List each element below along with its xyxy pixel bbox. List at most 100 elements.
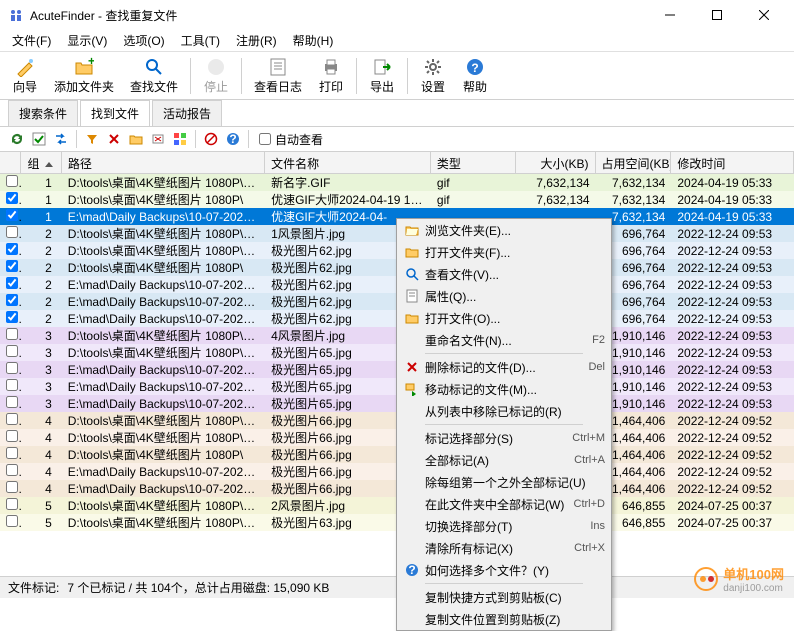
row-checkbox[interactable] [6,379,18,391]
context-item[interactable]: 复制文件位置到剪贴板(Z) [397,608,611,630]
tool-help[interactable]: ? 帮助 [454,54,496,98]
tool-search[interactable]: 查找文件 [122,54,186,98]
row-checkbox[interactable] [6,209,18,221]
col-group[interactable]: 组 [21,152,61,173]
col-name[interactable]: 文件名称 [265,152,431,173]
row-checkbox[interactable] [6,175,18,187]
context-item[interactable]: 复制快捷方式到剪贴板(C) [397,586,611,608]
color-icon[interactable] [171,130,189,148]
maximize-button[interactable] [694,1,739,29]
context-item[interactable]: 重命名文件(N)... F2 [397,329,611,351]
cell-group: 4 [21,481,61,497]
context-item[interactable]: 从列表中移除已标记的(R) [397,400,611,422]
minimize-button[interactable] [647,1,692,29]
col-type[interactable]: 类型 [431,152,516,173]
context-item[interactable]: 打开文件夹(F)... [397,241,611,263]
context-item[interactable]: 清除所有标记(X) Ctrl+X [397,537,611,559]
tool-label: 停止 [204,78,228,95]
row-checkbox[interactable] [6,226,18,238]
context-shortcut: F2 [592,334,605,346]
context-item[interactable]: 删除标记的文件(D)... Del [397,356,611,378]
tab[interactable]: 搜索条件 [8,100,78,126]
tool-wizard[interactable]: 向导 [4,54,46,98]
help-icon: ? [465,56,485,78]
context-item[interactable]: 全部标记(A) Ctrl+A [397,449,611,471]
row-checkbox[interactable] [6,498,18,510]
row-checkbox[interactable] [6,464,18,476]
col-path[interactable]: 路径 [62,152,265,173]
blank-icon [403,403,421,419]
row-checkbox[interactable] [6,294,18,306]
col-size[interactable]: 大小(KB) [516,152,596,173]
row-checkbox[interactable] [6,430,18,442]
remove-list-icon[interactable] [149,130,167,148]
context-item[interactable]: 切换选择部分(T) Ins [397,515,611,537]
tab[interactable]: 活动报告 [152,100,222,126]
row-checkbox[interactable] [6,192,18,204]
row-checkbox[interactable] [6,243,18,255]
menu-item[interactable]: 显示(V) [59,30,115,51]
row-checkbox[interactable] [6,311,18,323]
cell-group: 4 [21,447,61,463]
cancel-icon[interactable] [202,130,220,148]
cell-date: 2022-12-24 09:52 [671,481,794,497]
transfer-icon[interactable] [52,130,70,148]
menu-item[interactable]: 选项(O) [115,30,172,51]
autocheck-toggle[interactable]: 自动查看 [259,131,323,148]
cell-group: 3 [21,379,61,395]
menu-item[interactable]: 工具(T) [173,30,228,51]
context-item[interactable]: 打开文件(O)... [397,307,611,329]
row-checkbox[interactable] [6,362,18,374]
folder-open-icon [403,222,421,238]
row-checkbox[interactable] [6,396,18,408]
context-item[interactable]: 浏览文件夹(E)... [397,219,611,241]
context-item[interactable]: ? 如何选择多个文件？(Y) [397,559,611,581]
context-item[interactable]: 属性(Q)... [397,285,611,307]
context-item[interactable]: 移动标记的文件(M)... [397,378,611,400]
table-row[interactable]: 1 D:\tools\桌面\4K壁纸图片 1080P\out... 新名字.GI… [0,174,794,191]
row-checkbox[interactable] [6,277,18,289]
cell-group: 2 [21,226,61,242]
context-item[interactable]: 在此文件夹中全部标记(W) Ctrl+D [397,493,611,515]
tool-log[interactable]: 查看日志 [246,54,310,98]
help-small-icon[interactable]: ? [224,130,242,148]
row-checkbox[interactable] [6,413,18,425]
filter-icon[interactable] [83,130,101,148]
context-item[interactable]: 标记选择部分(S) Ctrl+M [397,427,611,449]
col-occupied[interactable]: 占用空间(KB) [596,152,672,173]
autocheck-checkbox[interactable] [259,133,271,145]
cell-date: 2024-04-19 05:33 [671,209,794,225]
context-item[interactable]: 查看文件(V)... [397,263,611,285]
cell-path: D:\tools\桌面\4K壁纸图片 1080P\ [62,445,265,464]
cell-date: 2024-04-19 05:33 [671,175,794,191]
tab[interactable]: 找到文件 [80,100,150,126]
col-date[interactable]: 修改时间 [671,152,794,173]
menu-item[interactable]: 文件(F) [4,30,59,51]
row-checkbox[interactable] [6,515,18,527]
folder-icon[interactable] [127,130,145,148]
mark-icon[interactable] [30,130,48,148]
delete-red-icon[interactable] [105,130,123,148]
close-button[interactable] [741,1,786,29]
blank-icon [403,589,421,605]
table-row[interactable]: 1 D:\tools\桌面\4K壁纸图片 1080P\ 优速GIF大师2024-… [0,191,794,208]
row-checkbox[interactable] [6,481,18,493]
export-icon [372,56,392,78]
row-checkbox[interactable] [6,328,18,340]
tool-gear[interactable]: 设置 [412,54,454,98]
row-checkbox[interactable] [6,345,18,357]
row-checkbox[interactable] [6,447,18,459]
grid-header: 组 路径 文件名称 类型 大小(KB) 占用空间(KB) 修改时间 [0,152,794,174]
tool-folder-plus[interactable]: + 添加文件夹 [46,54,122,98]
context-item[interactable]: 除每组第一个之外全部标记(U) [397,471,611,493]
print-icon [321,56,341,78]
cell-group: 1 [21,209,61,225]
tool-print[interactable]: 打印 [310,54,352,98]
tool-export[interactable]: 导出 [361,54,403,98]
refresh-icon[interactable] [8,130,26,148]
menu-item[interactable]: 注册(R) [228,30,285,51]
blank-icon [403,474,421,490]
menu-item[interactable]: 帮助(H) [285,30,342,51]
tool-stop[interactable]: 停止 [195,54,237,98]
row-checkbox[interactable] [6,260,18,272]
